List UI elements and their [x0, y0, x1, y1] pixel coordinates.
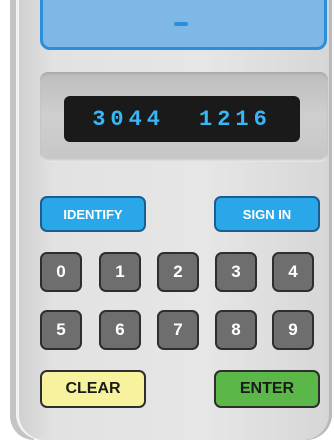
- digital-display: 3044 1216: [64, 96, 300, 142]
- display-digits-group-2: 1216: [199, 106, 272, 132]
- key-3[interactable]: 3: [215, 252, 257, 292]
- key-5[interactable]: 5: [40, 310, 82, 350]
- enter-button[interactable]: ENTER: [214, 370, 320, 408]
- key-2[interactable]: 2: [157, 252, 199, 292]
- key-4[interactable]: 4: [272, 252, 314, 292]
- clear-button[interactable]: CLEAR: [40, 370, 146, 408]
- display-digits-group-1: 3044: [92, 106, 165, 132]
- sign-in-button[interactable]: SIGN IN: [214, 196, 320, 232]
- key-6[interactable]: 6: [99, 310, 141, 350]
- identify-button[interactable]: IDENTIFY: [40, 196, 146, 232]
- card-slot-indicator: [174, 22, 188, 26]
- key-0[interactable]: 0: [40, 252, 82, 292]
- key-1[interactable]: 1: [99, 252, 141, 292]
- key-8[interactable]: 8: [215, 310, 257, 350]
- key-7[interactable]: 7: [157, 310, 199, 350]
- key-9[interactable]: 9: [272, 310, 314, 350]
